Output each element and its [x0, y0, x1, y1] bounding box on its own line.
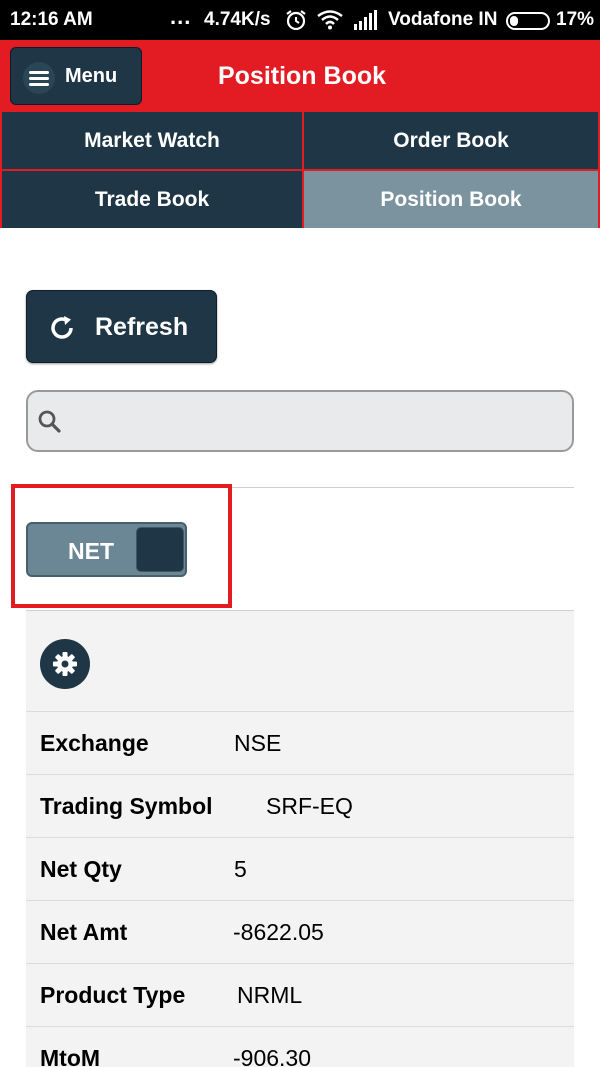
nav-position-book[interactable]: Position Book: [304, 171, 598, 228]
refresh-label: Refresh: [95, 313, 189, 341]
battery-percent: 17%: [556, 9, 595, 30]
detail-key: Net Amt: [40, 919, 128, 945]
wifi-icon: [317, 10, 343, 36]
nav-trade-book[interactable]: Trade Book: [2, 171, 302, 228]
nav-market-watch[interactable]: Market Watch: [2, 112, 302, 169]
detail-value: NSE: [234, 730, 282, 756]
detail-value: NRML: [237, 982, 303, 1008]
alarm-icon: [284, 8, 308, 38]
detail-row-trading-symbol: Trading Symbol SRF-EQ: [26, 774, 574, 836]
detail-value: SRF-EQ: [266, 793, 353, 819]
detail-key: Net Qty: [40, 856, 122, 882]
page-title: Position Book: [217, 62, 387, 90]
detail-value: -906.30: [233, 1045, 312, 1067]
refresh-button[interactable]: Refresh: [26, 290, 217, 363]
detail-value: 5: [234, 856, 247, 882]
battery-icon: [506, 12, 550, 30]
carrier-name: Vodafone IN: [388, 9, 498, 30]
detail-row-product-type: Product Type NRML: [26, 963, 574, 1025]
settings-button[interactable]: [40, 639, 90, 689]
status-bar: 12:16 AM ... 4.74K/s Vodafone IN 17%: [0, 0, 600, 40]
detail-key: Exchange: [40, 730, 149, 756]
highlight-box: [11, 484, 232, 608]
detail-row-net-amt: Net Amt -8622.05: [26, 900, 574, 962]
network-speed: 4.74K/s: [204, 9, 271, 30]
refresh-icon: [47, 313, 77, 343]
detail-key: Trading Symbol: [40, 793, 213, 819]
detail-value: -8622.05: [233, 919, 324, 945]
detail-row-mtom: MtoM -906.30: [26, 1026, 574, 1067]
search-icon: [37, 409, 63, 435]
detail-key: MtoM: [40, 1045, 101, 1067]
gear-icon: [53, 652, 77, 676]
position-details: Exchange NSE Trading Symbol SRF-EQ Net Q…: [26, 611, 574, 1067]
detail-row-exchange: Exchange NSE: [26, 711, 574, 773]
status-time: 12:16 AM: [10, 9, 93, 30]
nav-order-book[interactable]: Order Book: [304, 112, 598, 169]
detail-key: Product Type: [40, 982, 186, 1008]
status-dots: ...: [170, 4, 192, 29]
detail-row-net-qty: Net Qty 5: [26, 837, 574, 899]
search-input[interactable]: [70, 400, 560, 442]
signal-icon: [353, 10, 379, 36]
nav-grid: Market Watch Order Book Trade Book Posit…: [0, 112, 600, 228]
app-header: Menu Position Book: [0, 40, 600, 112]
search-bar[interactable]: [26, 390, 574, 452]
